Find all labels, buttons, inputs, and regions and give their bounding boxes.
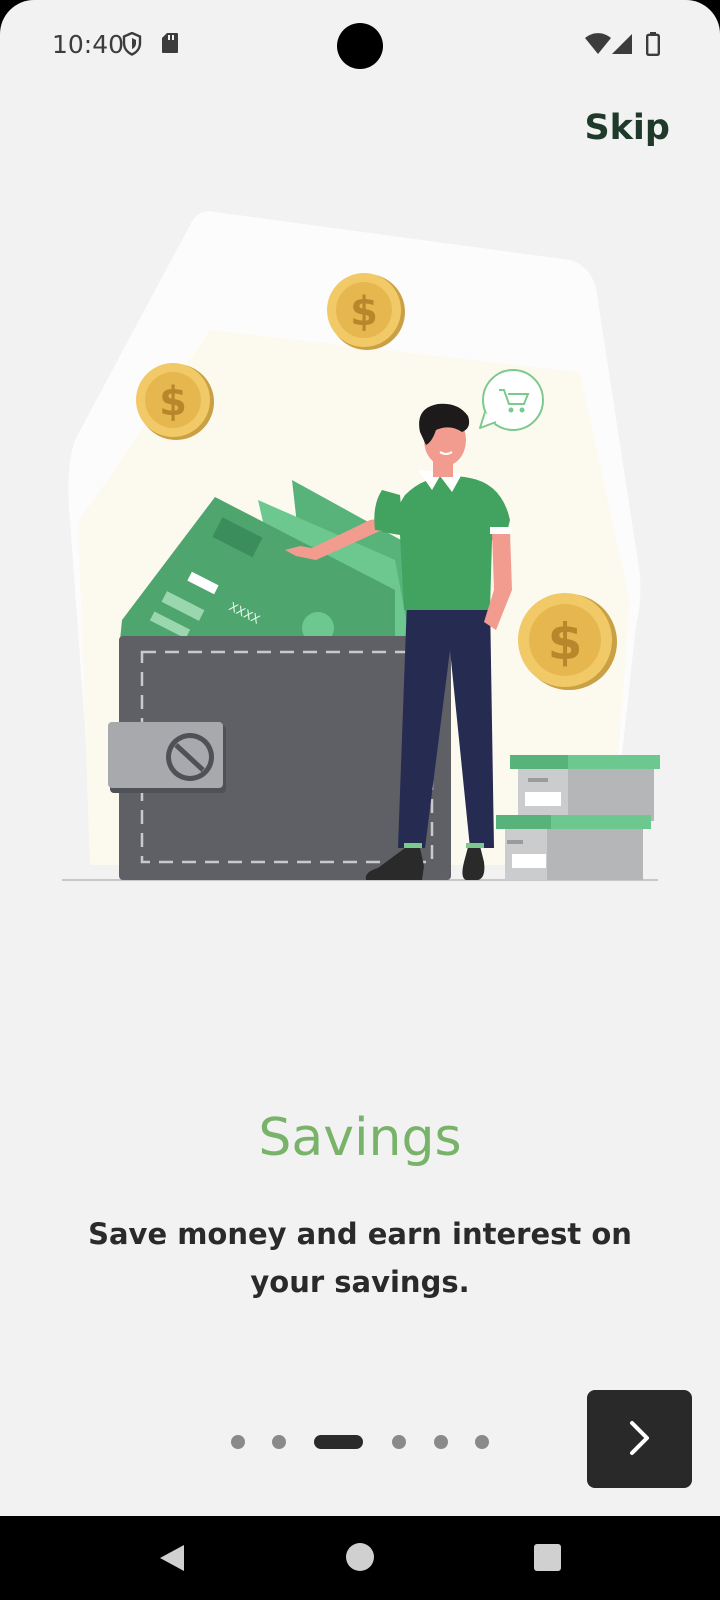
svg-text:$: $ — [548, 613, 583, 671]
home-icon[interactable] — [345, 1542, 375, 1577]
page-dot[interactable] — [434, 1435, 448, 1449]
shield-icon — [122, 31, 142, 61]
svg-text:$: $ — [159, 379, 187, 425]
battery-icon — [646, 32, 661, 61]
back-icon[interactable] — [158, 1543, 186, 1578]
onboarding-screen: 10:40 Skip $ $ $ XXXX Savings Save money… — [0, 0, 720, 1516]
page-dot[interactable] — [231, 1435, 245, 1449]
camera-cutout — [337, 23, 383, 69]
wifi-icon — [584, 33, 612, 60]
svg-text:$: $ — [350, 289, 378, 335]
recents-icon[interactable] — [534, 1544, 561, 1576]
page-dot-active[interactable] — [314, 1435, 363, 1449]
page-title: Savings — [258, 1108, 462, 1168]
status-bar: 10:40 — [0, 0, 720, 92]
page-dot[interactable] — [475, 1435, 489, 1449]
navigation-bar — [0, 1516, 720, 1600]
savings-illustration: $ $ $ XXXX — [0, 200, 720, 900]
page-dot[interactable] — [392, 1435, 406, 1449]
skip-button[interactable]: Skip — [584, 108, 670, 148]
next-button[interactable] — [587, 1390, 692, 1488]
page-description: Save money and earn interest on your sav… — [88, 1217, 632, 1299]
sd-card-icon — [161, 32, 179, 59]
status-time: 10:40 — [52, 30, 125, 59]
signal-icon — [611, 33, 633, 60]
page-dot[interactable] — [272, 1435, 286, 1449]
chevron-right-icon — [627, 1419, 653, 1460]
